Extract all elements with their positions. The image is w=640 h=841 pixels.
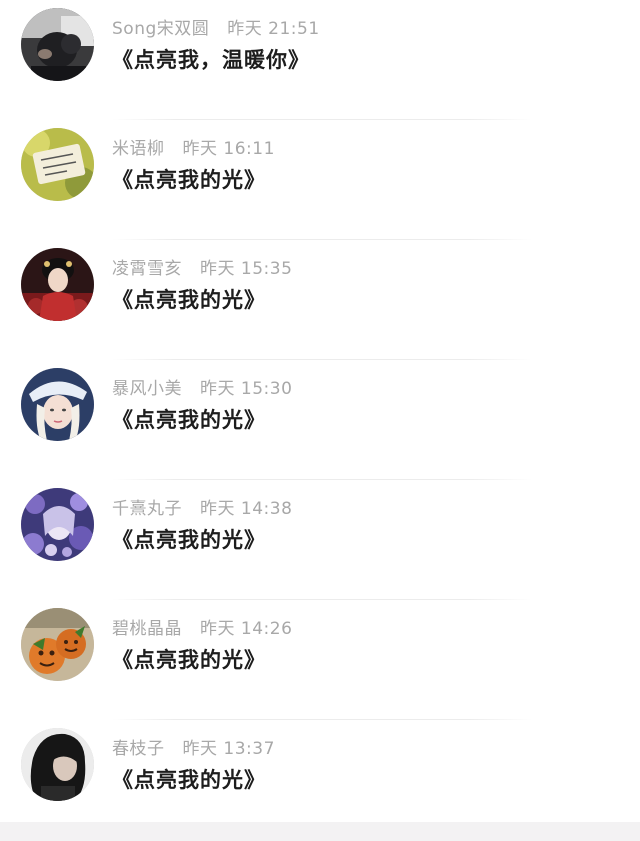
comment-list: Song宋双圆昨天 21:51 《点亮我，温暖你》 米语柳昨天 16:11: [0, 0, 640, 822]
timestamp: 昨天 15:35: [200, 259, 293, 279]
yellow-note-avatar[interactable]: [21, 128, 94, 201]
comment-item[interactable]: 凌霄雪亥 昨天 15:35 《点亮我的光》: [0, 240, 640, 360]
comment-item[interactable]: 暴风小美 昨天 15:30 《点亮我的光》: [0, 360, 640, 480]
comment-page: Song宋双圆昨天 21:51 《点亮我，温暖你》 米语柳昨天 16:11: [0, 0, 640, 841]
comment-item[interactable]: 千熹丸子 昨天 14:38 《点亮我的光》: [0, 480, 640, 600]
black-hair-avatar[interactable]: [21, 728, 94, 801]
comment-item[interactable]: 碧桃晶晶 昨天 14:26 《点亮我的光》: [0, 600, 640, 720]
timestamp: 昨天 14:38: [200, 499, 293, 519]
username[interactable]: 千熹丸子: [112, 499, 182, 519]
timestamp: 昨天 16:11: [182, 139, 275, 159]
comment-meta: 凌霄雪亥 昨天 15:35: [112, 254, 293, 279]
comment-text: 《点亮我的光》: [112, 408, 266, 432]
dark-photo-avatar[interactable]: [21, 8, 94, 81]
blue-hat-girl-avatar[interactable]: [21, 368, 94, 441]
comment-text: 《点亮我的光》: [112, 288, 266, 312]
timestamp: 昨天 15:30: [200, 379, 293, 399]
comment-text: 《点亮我的光》: [112, 648, 266, 672]
comment-meta: 春枝子 昨天 13:37: [112, 734, 275, 759]
username[interactable]: 米语柳: [112, 139, 165, 159]
username[interactable]: 暴风小美: [112, 379, 182, 399]
timestamp: 昨天 21:51: [227, 19, 320, 39]
red-costume-avatar[interactable]: [21, 248, 94, 321]
comment-meta: 千熹丸子 昨天 14:38: [112, 494, 293, 519]
pumpkin-faces-avatar[interactable]: [21, 608, 94, 681]
username[interactable]: 凌霄雪亥: [112, 259, 182, 279]
comment-item[interactable]: Song宋双圆 昨天 21:51 《点亮我，温暖你》: [0, 0, 640, 120]
comment-text: 《点亮我的光》: [112, 768, 266, 792]
bottom-spacer: [0, 822, 640, 841]
username[interactable]: 春枝子: [112, 739, 165, 759]
username[interactable]: 碧桃晶晶: [112, 619, 182, 639]
username[interactable]: Song宋双圆: [112, 19, 209, 39]
comment-meta: 暴风小美 昨天 15:30: [112, 374, 293, 399]
comment-meta: Song宋双圆 昨天 21:51: [112, 14, 320, 39]
comment-meta: 碧桃晶晶 昨天 14:26: [112, 614, 293, 639]
purple-flower-avatar[interactable]: [21, 488, 94, 561]
comment-item[interactable]: 米语柳 昨天 16:11 《点亮我的光》: [0, 120, 640, 240]
timestamp: 昨天 14:26: [200, 619, 293, 639]
comment-text: 《点亮我，温暖你》: [112, 48, 310, 72]
comment-text: 《点亮我的光》: [112, 168, 266, 192]
timestamp: 昨天 13:37: [182, 739, 275, 759]
comment-meta: 米语柳 昨天 16:11: [112, 134, 275, 159]
comment-text: 《点亮我的光》: [112, 528, 266, 552]
